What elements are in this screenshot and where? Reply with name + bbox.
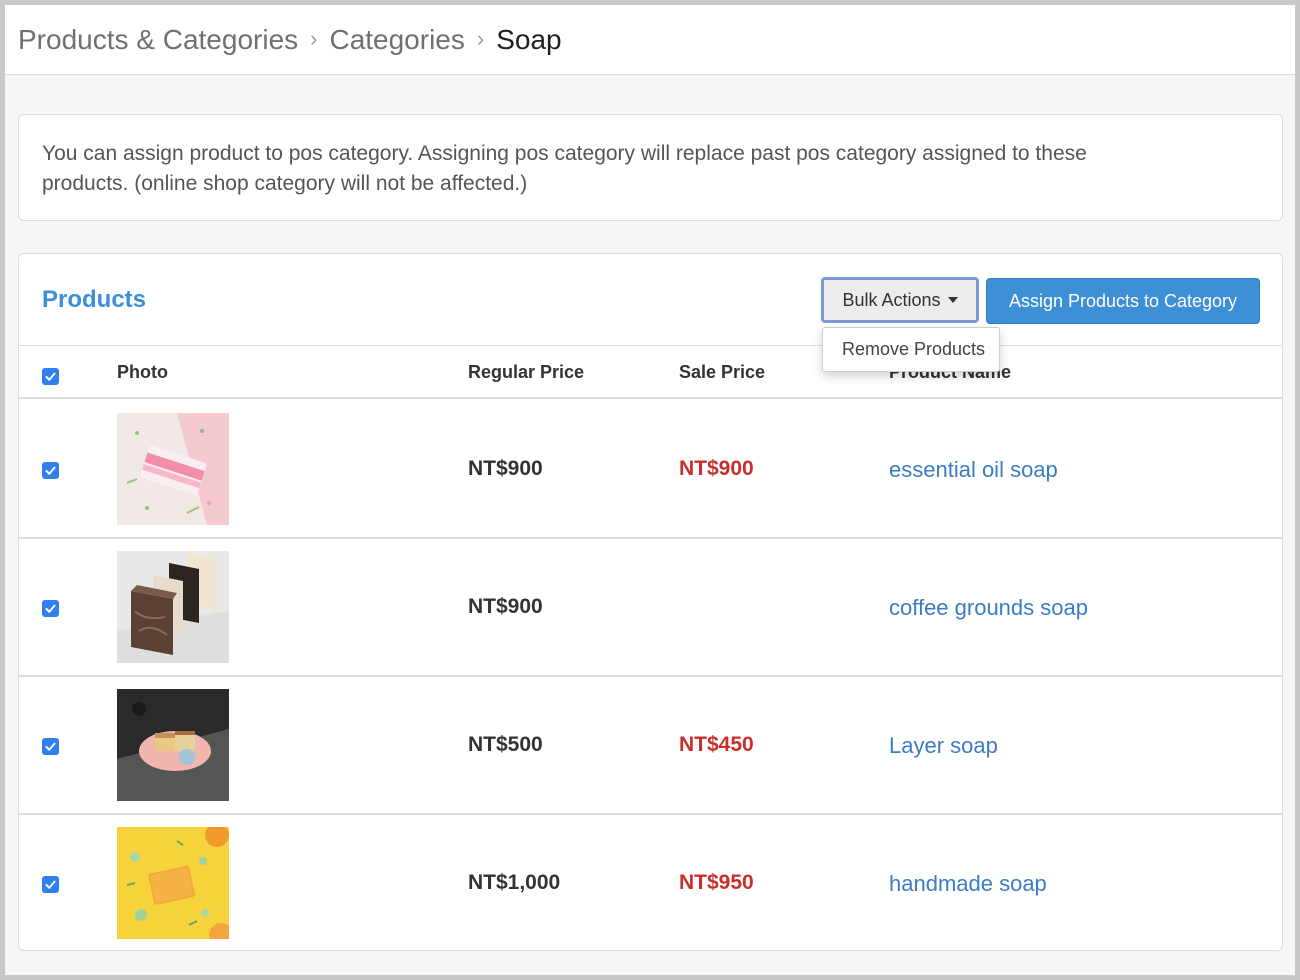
table-row: NT$900 coffee grounds soap [19, 539, 1282, 677]
column-header-photo: Photo [117, 362, 168, 382]
breadcrumb-current: Soap [496, 23, 562, 55]
layer-soap-photo[interactable] [117, 689, 229, 801]
row-checkbox[interactable] [42, 600, 59, 617]
bulk-actions-label: Bulk Actions [842, 289, 941, 310]
caret-down-icon [947, 297, 958, 303]
assign-products-button[interactable]: Assign Products to Category [986, 278, 1260, 324]
breadcrumb: Products & Categories › Categories › Soa… [5, 5, 1295, 75]
pink-soap-photo[interactable] [117, 413, 229, 525]
breadcrumb-item-categories[interactable]: Categories [329, 24, 464, 56]
coffee-soap-photo[interactable] [117, 551, 229, 663]
bulk-actions-button[interactable]: Bulk Actions [821, 277, 979, 323]
sale-price: NT$950 [679, 871, 754, 894]
app-frame: Products & Categories › Categories › Soa… [0, 0, 1300, 980]
chevron-right-icon: › [310, 25, 318, 51]
regular-price: NT$500 [468, 733, 543, 756]
row-checkbox[interactable] [42, 738, 59, 755]
product-name-link[interactable]: essential oil soap [889, 457, 1058, 483]
check-icon [45, 466, 56, 475]
column-header-sale-price[interactable]: Sale Price [679, 362, 765, 383]
table-row: NT$1,000 NT$950 handmade soap [19, 815, 1282, 953]
table-row: NT$900 NT$900 essential oil soap [19, 401, 1282, 539]
check-icon [45, 880, 56, 889]
table-row: NT$500 NT$450 Layer soap [19, 677, 1282, 815]
info-notice: You can assign product to pos category. … [18, 114, 1283, 221]
product-name-link[interactable]: Layer soap [889, 733, 998, 759]
check-icon [45, 604, 56, 613]
check-icon [45, 742, 56, 751]
panel-title: Products [42, 286, 147, 313]
sale-price: NT$450 [679, 733, 754, 756]
yellow-soap-photo[interactable] [117, 827, 229, 939]
table-header: Photo Regular Price Sale Price Product N… [19, 346, 1282, 399]
product-name-link[interactable]: coffee grounds soap [889, 595, 1088, 621]
row-checkbox[interactable] [42, 462, 59, 479]
check-icon [45, 372, 56, 381]
regular-price: NT$900 [468, 457, 543, 480]
column-header-regular-price[interactable]: Regular Price [468, 362, 584, 383]
breadcrumb-item-products-categories[interactable]: Products & Categories [18, 24, 298, 56]
row-checkbox[interactable] [42, 876, 59, 893]
sale-price: NT$900 [679, 457, 754, 480]
notice-line-1: You can assign product to pos category. … [42, 142, 1087, 165]
regular-price: NT$1,000 [468, 871, 561, 894]
bulk-actions-dropdown: Remove Products [822, 327, 1000, 372]
products-panel: Products Bulk Actions Assign Products to… [18, 253, 1283, 951]
product-name-link[interactable]: handmade soap [889, 871, 1047, 897]
select-all-checkbox[interactable] [42, 368, 59, 385]
chevron-right-icon: › [476, 25, 485, 51]
notice-line-2: products. (online shop category will not… [42, 172, 528, 195]
regular-price: NT$900 [468, 595, 543, 618]
remove-products-menu-item[interactable]: Remove Products [842, 339, 985, 360]
panel-heading: Products Bulk Actions Assign Products to… [19, 254, 1282, 346]
